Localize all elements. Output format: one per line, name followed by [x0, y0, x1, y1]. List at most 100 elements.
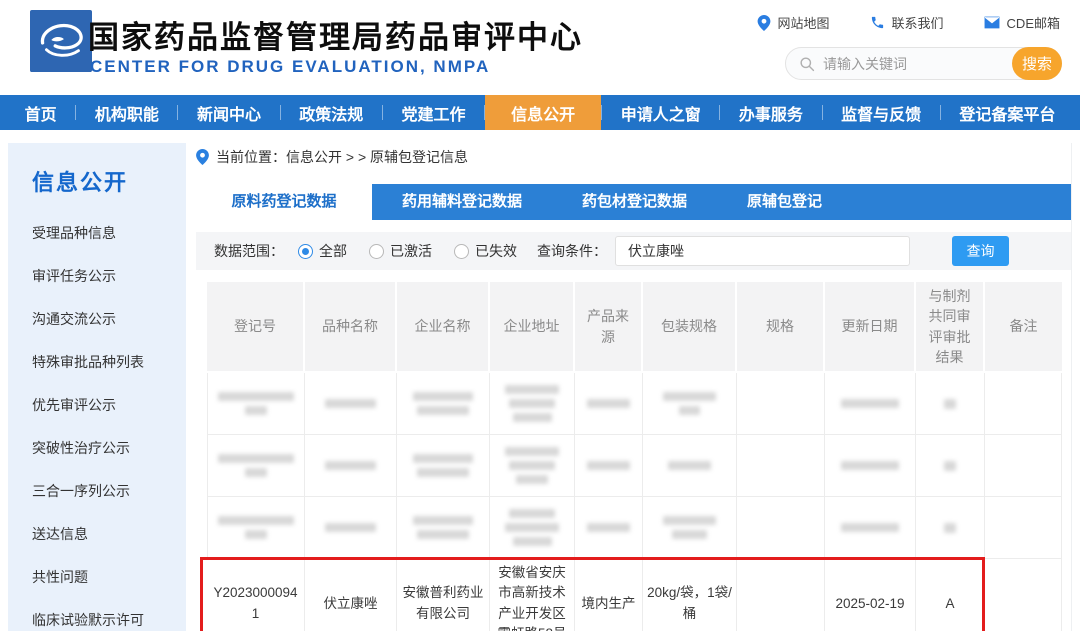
col-header-company-address: 企业地址 [490, 282, 575, 373]
redacted-text [663, 392, 715, 401]
table-row-redacted [207, 497, 1063, 559]
redacted-text [245, 530, 268, 539]
sidebar-item-three-in-one[interactable]: 三合一序列公示 [32, 469, 186, 512]
sidebar-item-common-issues[interactable]: 共性问题 [32, 555, 186, 598]
redacted-text [509, 461, 556, 470]
nav-item-applicant[interactable]: 申请人之窗 [602, 95, 719, 130]
nav-item-policy[interactable]: 政策法规 [281, 95, 382, 130]
redacted-text [413, 516, 473, 525]
redacted-text [413, 392, 473, 401]
cell-joint-review-result: A [916, 559, 985, 631]
cell-update-date: 2025-02-19 [825, 559, 916, 631]
redacted-text [841, 461, 900, 470]
nav-item-news[interactable]: 新闻中心 [178, 95, 279, 130]
redacted-text [679, 406, 701, 415]
redacted-text [587, 399, 630, 408]
table-row-redacted [207, 435, 1063, 497]
redacted-cell [825, 373, 916, 435]
breadcrumb: 当前位置：信息公开 > > 原辅包登记信息 [196, 143, 1071, 171]
nav-item-services[interactable]: 办事服务 [720, 95, 821, 130]
radio-all-label: 全部 [319, 241, 347, 261]
redacted-text [325, 523, 376, 532]
redacted-cell [985, 373, 1062, 435]
redacted-cell [305, 373, 397, 435]
search-input[interactable] [815, 56, 1012, 72]
cde-mail-link[interactable]: CDE邮箱 [984, 13, 1060, 32]
radio-dot-icon [454, 244, 469, 259]
cde-mail-link-label: CDE邮箱 [1007, 13, 1060, 32]
sidebar-item-accepted-varieties[interactable]: 受理品种信息 [32, 211, 186, 254]
radio-expired-label: 已失效 [475, 241, 517, 261]
redacted-cell [825, 497, 916, 559]
sidebar-item-priority-review[interactable]: 优先审评公示 [32, 383, 186, 426]
radio-activated-label: 已激活 [390, 241, 432, 261]
redacted-cell [207, 435, 305, 497]
tab-packaging-registration[interactable]: 药包材登记数据 [552, 184, 717, 220]
location-pin-icon [196, 149, 209, 165]
redacted-text [218, 454, 295, 463]
redacted-cell [575, 435, 643, 497]
redacted-text [509, 509, 556, 518]
sidebar-item-delivery-info[interactable]: 送达信息 [32, 512, 186, 555]
redacted-text [509, 399, 556, 408]
radio-expired[interactable]: 已失效 [454, 241, 517, 261]
cell-registration-no: Y20230000941 [207, 559, 305, 631]
sidebar-item-breakthrough-therapy[interactable]: 突破性治疗公示 [32, 426, 186, 469]
sidebar-item-clinical-trial-license[interactable]: 临床试验默示许可 [32, 598, 186, 631]
redacted-cell [916, 435, 985, 497]
redacted-cell [985, 497, 1062, 559]
sidebar-item-communication[interactable]: 沟通交流公示 [32, 297, 186, 340]
redacted-cell [575, 497, 643, 559]
sidebar-item-review-tasks[interactable]: 审评任务公示 [32, 254, 186, 297]
tab-raw-aux-pack[interactable]: 原辅包登记 [717, 184, 852, 220]
query-label: 查询条件： [537, 241, 607, 261]
mail-icon [984, 16, 1000, 29]
filter-bar: 数据范围： 全部 已激活 已失效 查询条件： 查询 [196, 232, 1071, 270]
radio-dot-icon [369, 244, 384, 259]
redacted-cell [916, 497, 985, 559]
col-header-spec: 规格 [737, 282, 825, 373]
redacted-cell [643, 435, 737, 497]
tab-excipient-registration[interactable]: 药用辅料登记数据 [372, 184, 552, 220]
nav-item-supervision[interactable]: 监督与反馈 [823, 95, 940, 130]
cell-packaging-spec: 20kg/袋，1袋/桶 [643, 559, 737, 631]
redacted-text [944, 461, 956, 471]
content-area: 信息公开 受理品种信息 审评任务公示 沟通交流公示 特殊审批品种列表 优先审评公… [0, 130, 1080, 631]
redacted-text [663, 516, 715, 525]
col-header-joint-review-result: 与制剂共同审评审批结果 [916, 282, 985, 373]
cell-company-address: 安徽省安庆市高新技术产业开发区霞虹路58号 [490, 559, 575, 631]
redacted-cell [397, 435, 490, 497]
redacted-cell [490, 435, 575, 497]
nav-item-registration-platform[interactable]: 登记备案平台 [941, 95, 1074, 130]
search-icon [799, 56, 815, 72]
nav-item-functions[interactable]: 机构职能 [76, 95, 177, 130]
redacted-text [245, 406, 268, 415]
tab-api-registration[interactable]: 原料药登记数据 [196, 184, 372, 220]
radio-dot-icon [298, 244, 313, 259]
redacted-text [944, 523, 956, 533]
redacted-text [218, 516, 295, 525]
redacted-cell [207, 373, 305, 435]
nav-item-party[interactable]: 党建工作 [383, 95, 484, 130]
radio-activated[interactable]: 已激活 [369, 241, 432, 261]
redacted-cell [643, 373, 737, 435]
col-header-remarks: 备注 [985, 282, 1062, 373]
search-button[interactable]: 搜索 [1012, 47, 1062, 80]
sidebar-item-special-approval[interactable]: 特殊审批品种列表 [32, 340, 186, 383]
query-input[interactable] [615, 236, 910, 266]
contact-link[interactable]: 联系我们 [870, 13, 944, 32]
nav-item-home[interactable]: 首页 [6, 95, 75, 130]
radio-all[interactable]: 全部 [298, 241, 347, 261]
cell-remarks [985, 559, 1062, 631]
query-button[interactable]: 查询 [952, 236, 1009, 266]
redacted-cell [985, 435, 1062, 497]
sitemap-link[interactable]: 网站地图 [757, 13, 830, 32]
nav-item-info-disclosure[interactable]: 信息公开 [485, 95, 601, 130]
col-header-registration-no: 登记号 [207, 282, 305, 373]
col-header-variety-name: 品种名称 [305, 282, 397, 373]
cell-product-source: 境内生产 [575, 559, 643, 631]
redacted-text [417, 530, 469, 539]
cell-company-name: 安徽普利药业有限公司 [397, 559, 490, 631]
redacted-cell [305, 497, 397, 559]
redacted-text [245, 468, 268, 477]
